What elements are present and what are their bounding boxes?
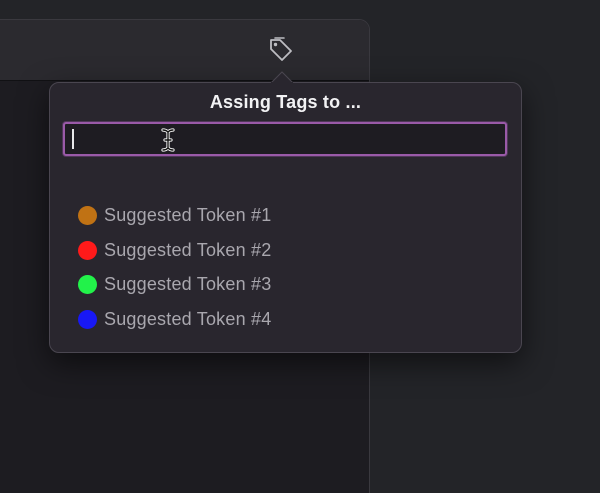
suggestion-label: Suggested Token #1 [104, 204, 272, 225]
popover-arrow [271, 71, 293, 83]
window-toolbar [0, 20, 369, 81]
ibeam-cursor-icon [161, 128, 175, 152]
suggestion-label: Suggested Token #3 [104, 274, 272, 295]
suggestion-label: Suggested Token #2 [104, 239, 272, 260]
color-dot-icon [78, 309, 97, 329]
suggestion-list: Suggested Token #1 Suggested Token #2 Su… [78, 198, 378, 337]
color-dot-icon [78, 275, 97, 295]
desktop: Assing Tags to ... Suggested Token #1 Su… [0, 0, 600, 493]
suggestion-item[interactable]: Suggested Token #2 [78, 233, 378, 268]
tag-button[interactable] [266, 36, 296, 62]
text-caret [72, 129, 74, 149]
color-dot-icon [78, 240, 97, 260]
tag-token-input[interactable] [63, 122, 507, 156]
suggestion-item[interactable]: Suggested Token #1 [78, 198, 378, 233]
suggestion-item[interactable]: Suggested Token #3 [78, 267, 378, 302]
tag-icon [270, 37, 292, 61]
suggestion-label: Suggested Token #4 [104, 308, 272, 329]
suggestion-item[interactable]: Suggested Token #4 [78, 302, 378, 337]
color-dot-icon [78, 205, 97, 225]
